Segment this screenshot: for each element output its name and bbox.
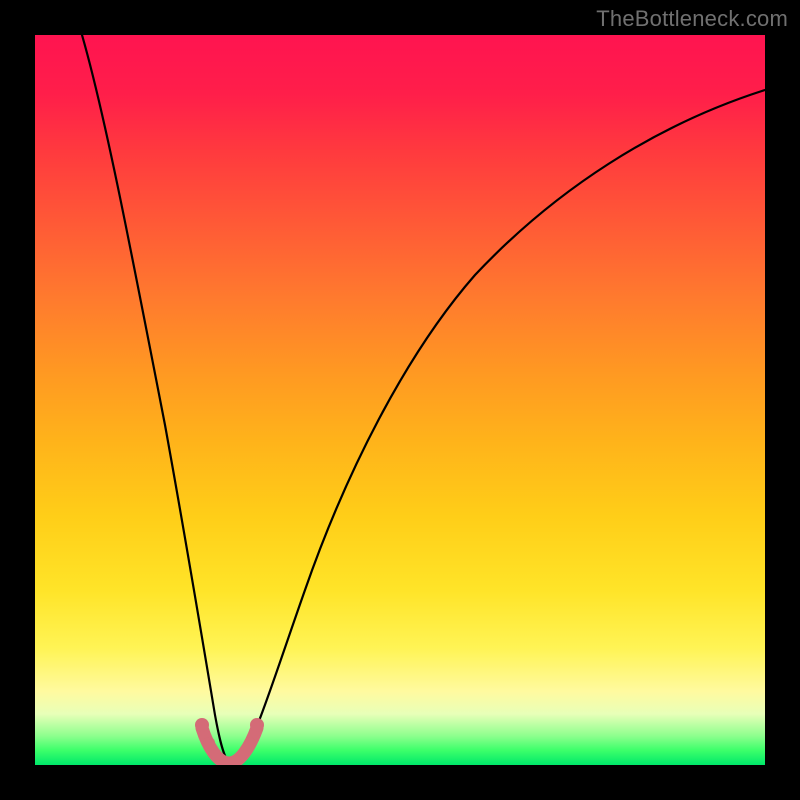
- watermark-text: TheBottleneck.com: [596, 6, 788, 32]
- highlight-dot-left-2: [203, 737, 215, 749]
- bottleneck-curve: [82, 35, 765, 763]
- highlight-dot-right-2: [244, 737, 256, 749]
- chart-frame: TheBottleneck.com: [0, 0, 800, 800]
- highlight-dot-right: [250, 718, 264, 732]
- curves-svg: [35, 35, 765, 765]
- highlight-dot-left: [195, 718, 209, 732]
- plot-area: [35, 35, 765, 765]
